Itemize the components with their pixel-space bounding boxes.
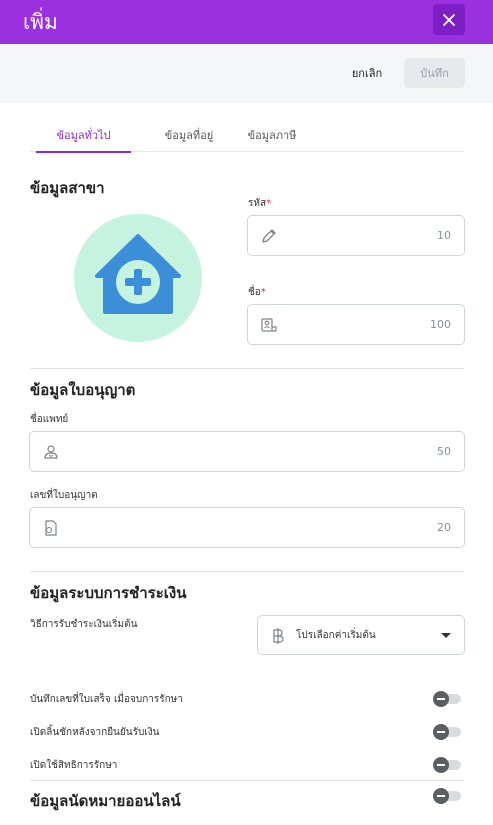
chevron-down-icon	[441, 633, 451, 638]
doctor-char-counter: 50	[437, 445, 451, 458]
toggle-online-appointment[interactable]	[433, 788, 461, 804]
section-divider	[30, 780, 464, 781]
section-title-payment: ข้อมูลระบบการชำระเงิน	[30, 584, 187, 602]
name-card-icon	[261, 318, 277, 332]
license-no-label: เลขที่ใบอนุญาต	[30, 490, 98, 501]
payment-method-select[interactable]: โปรเลือกค่าเริ่มต้น	[257, 615, 465, 655]
toggle-drawer[interactable]	[433, 724, 461, 740]
tab-bar: ข้อมูลทั่วไป ข้อมูลที่อยู่ ข้อมูลภาษี	[30, 118, 464, 153]
tab-address[interactable]: ข้อมูลที่อยู่	[142, 118, 236, 152]
toggle-label-receipt: บันทึกเลขที่ใบเสร็จ เมื่อจบการรักษา	[30, 694, 183, 705]
name-label: ชื่อ*	[248, 287, 266, 298]
license-no-field[interactable]: 20	[29, 507, 465, 548]
name-char-counter: 100	[430, 318, 451, 331]
action-bar: ยกเลิก บันทึก	[0, 44, 493, 103]
tab-tax[interactable]: ข้อมูลภาษี	[235, 118, 309, 152]
code-char-counter: 10	[437, 229, 451, 242]
required-mark: *	[266, 198, 272, 209]
section-divider	[30, 571, 464, 572]
close-button[interactable]	[433, 4, 465, 35]
section-divider	[30, 368, 464, 369]
section-title-online-appointment: ข้อมูลนัดหมายออนไลน์	[30, 792, 181, 810]
payment-method-label: วิธีการรับชำระเงินเริ่มต้น	[30, 619, 138, 630]
code-field[interactable]: 10	[247, 215, 465, 256]
toggle-receipt[interactable]	[433, 691, 461, 707]
doctor-label: ชื่อแพทย์	[30, 414, 69, 425]
save-button[interactable]: บันทึก	[404, 58, 465, 88]
payment-method-value: โปรเลือกค่าเริ่มต้น	[296, 630, 376, 641]
doctor-field[interactable]: 50	[29, 431, 465, 472]
clinic-house-plus-icon	[95, 234, 181, 314]
doctor-icon	[44, 445, 58, 459]
pencil-icon	[262, 229, 276, 243]
branch-avatar[interactable]	[74, 214, 202, 342]
toggle-label-drawer: เปิดลิ้นชักหลังจากยืนยันรับเงิน	[30, 727, 160, 738]
toggle-label-treatment-rights: เปิดใช้สิทธิการรักษา	[30, 760, 118, 771]
name-field[interactable]: 100	[247, 304, 465, 345]
baht-icon	[273, 628, 284, 644]
license-document-icon	[45, 520, 57, 536]
license-no-char-counter: 20	[437, 521, 451, 534]
close-icon	[443, 13, 455, 26]
tab-general[interactable]: ข้อมูลทั่วไป	[36, 118, 131, 153]
cancel-button[interactable]: ยกเลิก	[340, 58, 394, 88]
section-title-license: ข้อมูลใบอนุญาต	[30, 381, 136, 399]
required-mark: *	[260, 287, 266, 298]
code-label: รหัส*	[248, 198, 272, 209]
dialog-header: เพิ่ม	[0, 0, 493, 44]
toggle-treatment-rights[interactable]	[433, 757, 461, 773]
dialog-title: เพิ่ม	[23, 10, 58, 34]
section-title-branch: ข้อมูลสาขา	[30, 179, 105, 197]
